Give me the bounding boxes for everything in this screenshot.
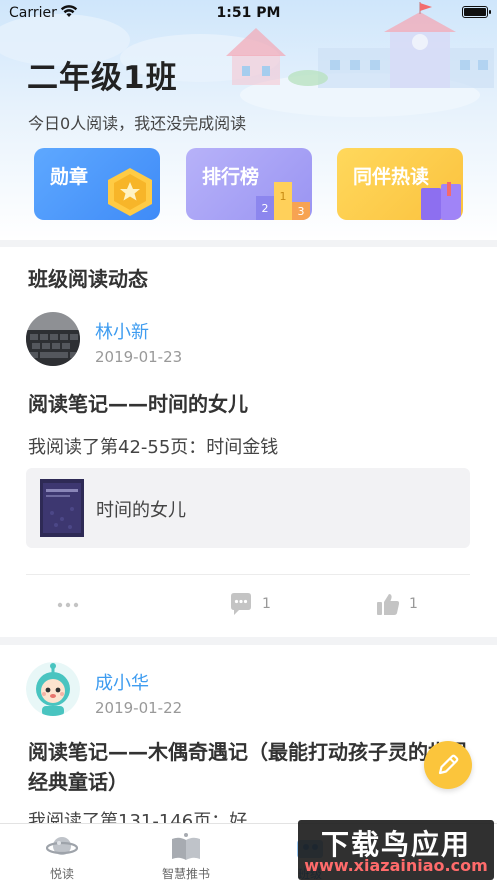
- watermark-url: www.xiazainiao.com: [304, 856, 488, 875]
- podium-icon: 2 1 3: [256, 182, 310, 220]
- svg-text:2: 2: [262, 202, 269, 215]
- peer-reading-tile[interactable]: 同伴热读: [337, 148, 463, 220]
- like-button[interactable]: 1: [375, 591, 425, 619]
- planet-icon: [46, 837, 78, 855]
- class-header: Carrier 1:51 PM 二年级1班 今日0人阅读，我还没完成阅读 勋章 …: [0, 0, 497, 240]
- ranking-tile-label: 排行榜: [202, 166, 260, 188]
- post-date: 2019-01-23: [95, 348, 183, 366]
- medal-icon: [108, 168, 152, 216]
- class-reading-feed: 班级阅读动态 林小新 2019-01-23 阅读笔记——时间的女儿 我阅读了第4…: [0, 247, 497, 637]
- post-title[interactable]: 阅读笔记——时间的女儿: [28, 389, 468, 419]
- thumbs-up-icon: [377, 594, 400, 615]
- divider: [26, 574, 470, 575]
- book-cover-image: [40, 479, 84, 537]
- section-title: 班级阅读动态: [28, 267, 148, 291]
- keyboard-avatar-image: [26, 312, 80, 366]
- avatar[interactable]: [26, 312, 80, 366]
- ranking-tile[interactable]: 排行榜 2 1 3: [186, 148, 312, 220]
- tab-reading[interactable]: 悦读: [2, 824, 122, 883]
- post-excerpt: 我阅读了第42-55页：时间金钱: [28, 437, 279, 458]
- class-title: 二年级1班: [27, 60, 178, 96]
- book-icon: [172, 833, 200, 860]
- battery-icon: [462, 6, 491, 18]
- feed-post: 成小华 2019-01-22 阅读笔记——木偶奇遇记（最能打动孩子灵的世界经典童…: [0, 645, 497, 832]
- like-count: 1: [409, 596, 418, 612]
- post-title[interactable]: 阅读笔记——木偶奇遇记（最能打动孩子灵的世界经典童话）: [28, 737, 468, 797]
- robot-avatar-image: [26, 662, 80, 716]
- books-icon: [421, 182, 461, 220]
- user-name[interactable]: 成小华: [95, 669, 149, 695]
- svg-text:1: 1: [280, 190, 287, 203]
- status-bar: Carrier 1:51 PM: [0, 0, 497, 26]
- peer-reading-tile-label: 同伴热读: [353, 166, 430, 188]
- medals-tile[interactable]: 勋章: [34, 148, 160, 220]
- medals-tile-label: 勋章: [50, 166, 89, 188]
- tab-label: 悦读: [49, 867, 74, 881]
- comment-button[interactable]: 1: [228, 591, 278, 619]
- more-button[interactable]: [56, 591, 80, 619]
- reading-summary: 今日0人阅读，我还没完成阅读: [28, 114, 247, 133]
- book-title: 时间的女儿: [96, 500, 186, 521]
- clock: 1:51 PM: [216, 5, 281, 21]
- tab-label: 智慧推书: [161, 867, 210, 881]
- watermark: 下载鸟应用 www.xiazainiao.com: [298, 820, 494, 880]
- post-date: 2019-01-22: [95, 699, 183, 717]
- comment-icon: [231, 593, 251, 615]
- book-link[interactable]: 时间的女儿: [26, 468, 470, 548]
- user-name[interactable]: 林小新: [95, 318, 149, 344]
- more-dots-icon: [57, 602, 79, 608]
- pencil-icon: [438, 754, 459, 775]
- svg-text:3: 3: [298, 205, 305, 218]
- write-note-button[interactable]: [424, 741, 472, 789]
- tab-smart-recommend[interactable]: 智慧推书: [126, 824, 246, 883]
- comment-count: 1: [262, 596, 271, 612]
- avatar[interactable]: [26, 662, 80, 716]
